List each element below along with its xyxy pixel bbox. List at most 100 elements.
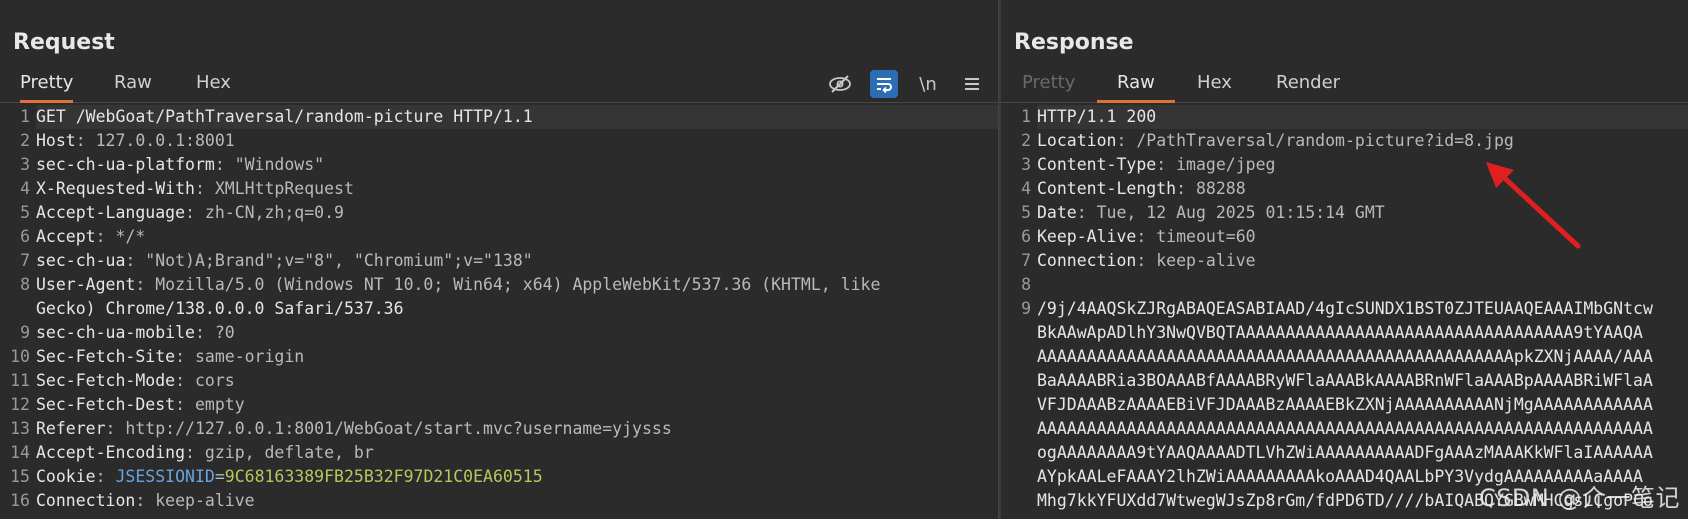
line-text: AAAAAAAAAAAAAAAAAAAAAAAAAAAAAAAAAAAAAAAA… — [1037, 419, 1653, 438]
line-number — [1001, 417, 1037, 441]
request-line: 16 Connection: keep-alive — [0, 489, 998, 513]
line-text: Accept: */* — [36, 227, 146, 246]
header-name: Connection — [36, 491, 136, 510]
line-number: 9 — [20, 323, 30, 342]
line-text: Gecko) Chrome/138.0.0.0 Safari/537.36 — [36, 299, 404, 318]
header-name: Connection — [1037, 251, 1137, 270]
tab-request-pretty[interactable]: Pretty — [20, 66, 74, 103]
line-text: BaAAAABRia3BOAAABfAAAABRyWFlaAAABkAAAABR… — [1037, 371, 1653, 390]
line-text: sec-ch-ua: "Not)A;Brand";v="8", "Chromiu… — [36, 251, 533, 270]
eye-off-icon[interactable] — [826, 70, 854, 98]
line-number — [1001, 369, 1037, 393]
header-name: Location — [1037, 131, 1117, 150]
request-line: 3 sec-ch-ua-platform: "Windows" — [0, 153, 998, 177]
line-text: Sec-Fetch-Mode: cors — [36, 371, 235, 390]
request-line: 12 Sec-Fetch-Dest: empty — [0, 393, 998, 417]
header-name: User-Agent — [36, 275, 136, 294]
tab-response-render[interactable]: Render — [1276, 66, 1340, 100]
line-number: 6 — [20, 227, 30, 246]
request-line: 10 Sec-Fetch-Site: same-origin — [0, 345, 998, 369]
line-text — [1037, 273, 1688, 297]
line-text: User-Agent: Mozilla/5.0 (Windows NT 10.0… — [36, 275, 881, 294]
request-line: Gecko) Chrome/138.0.0.0 Safari/537.36 — [0, 297, 998, 321]
cookie-name: JSESSIONID — [115, 467, 215, 486]
line-number — [1001, 321, 1037, 345]
header-value: zh-CN,zh;q=0.9 — [204, 203, 344, 222]
line-number: 13 — [10, 419, 30, 438]
line-text: Content-Type: image/jpeg — [1037, 155, 1276, 174]
newline-icon[interactable]: \n — [914, 70, 942, 98]
cookie-value: 9C68163389FB25B32F97D21C0EA60515 — [224, 467, 543, 486]
response-line: BaAAAABRia3BOAAABfAAAABRyWFlaAAABkAAAABR… — [1001, 369, 1688, 393]
header-value: timeout=60 — [1156, 227, 1256, 246]
line-number: 9 — [1021, 299, 1031, 318]
line-text: Host: 127.0.0.1:8001 — [36, 131, 235, 150]
response-line: 9/9j/4AAQSkZJRgABAQEASABIAAD/4gIcSUNDX1B… — [1001, 297, 1688, 321]
request-line: 1 GET /WebGoat/PathTraversal/random-pictu… — [0, 105, 998, 129]
header-name: sec-ch-ua-mobile — [36, 323, 195, 342]
response-line: 2 Location: /PathTraversal/random-picture… — [1001, 129, 1688, 153]
header-name: Date — [1037, 203, 1077, 222]
tab-request-hex[interactable]: Hex — [196, 66, 231, 100]
header-name: Host — [36, 131, 76, 150]
line-text: Keep-Alive: timeout=60 — [1037, 227, 1256, 246]
header-value: same-origin — [194, 347, 305, 366]
line-number — [1001, 345, 1037, 369]
line-number: 4 — [1021, 179, 1031, 198]
header-value: /PathTraversal/random-picture?id=8.jpg — [1136, 131, 1514, 150]
header-value: keep-alive — [1156, 251, 1256, 270]
header-value: empty — [194, 395, 245, 414]
request-line: 11 Sec-Fetch-Mode: cors — [0, 369, 998, 393]
line-text: HTTP/1.1 200 — [1037, 105, 1688, 129]
header-name: sec-ch-ua — [36, 251, 126, 270]
request-title: Request — [13, 30, 115, 55]
header-value: XMLHttpRequest — [214, 179, 354, 198]
line-number: 10 — [10, 347, 30, 366]
line-text: Connection: keep-alive — [36, 491, 255, 510]
request-toolbar: \n — [826, 70, 986, 98]
line-text: BkAAwApADlhY3NwQVBQTAAAAAAAAAAAAAAAAAAAA… — [1037, 323, 1643, 342]
line-text: ogAAAAAAAA9tYAAQAAAADTLVhZWiAAAAAAAAAADF… — [1037, 443, 1653, 462]
header-value: Mozilla/5.0 (Windows NT 10.0; Win64; x64… — [155, 275, 881, 294]
header-name: Accept-Language — [36, 203, 186, 222]
request-line: 7 sec-ch-ua: "Not)A;Brand";v="8", "Chromi… — [0, 249, 998, 273]
response-line: AAAAAAAAAAAAAAAAAAAAAAAAAAAAAAAAAAAAAAAA… — [1001, 345, 1688, 369]
header-value: gzip, deflate, br — [204, 443, 374, 462]
line-number: 8 — [1021, 275, 1031, 294]
header-value: http://127.0.0.1:8001/WebGoat/start.mvc?… — [125, 419, 672, 438]
tab-response-raw[interactable]: Raw — [1097, 66, 1175, 103]
line-number: 4 — [20, 179, 30, 198]
header-value: "Windows" — [234, 155, 325, 174]
line-number: 3 — [1021, 155, 1031, 174]
line-number: 7 — [20, 251, 30, 270]
line-number — [1001, 489, 1037, 513]
line-number — [1001, 465, 1037, 489]
line-number: 1 — [20, 107, 30, 126]
line-text: Accept-Language: zh-CN,zh;q=0.9 — [36, 203, 344, 222]
header-name: sec-ch-ua-platform — [36, 155, 215, 174]
request-editor[interactable]: 1 GET /WebGoat/PathTraversal/random-pictu… — [0, 105, 998, 519]
request-panel: Request Pretty Raw Hex \n 1 GET /WebGoat/… — [0, 0, 998, 519]
line-text: /9j/4AAQSkZJRgABAQEASABIAAD/4gIcSUNDX1BS… — [1037, 299, 1653, 318]
menu-icon[interactable] — [958, 70, 986, 98]
header-name: Content-Length — [1037, 179, 1177, 198]
tab-response-hex[interactable]: Hex — [1197, 66, 1232, 100]
header-value: ?0 — [214, 323, 235, 342]
line-number — [0, 297, 36, 321]
word-wrap-icon[interactable] — [870, 70, 898, 98]
line-number: 11 — [10, 371, 30, 390]
line-text: X-Requested-With: XMLHttpRequest — [36, 179, 354, 198]
header-name: Sec-Fetch-Dest — [36, 395, 176, 414]
response-panel: Response Pretty Raw Hex Render 1 HTTP/1.1… — [1001, 0, 1688, 519]
request-line: 15 Cookie: JSESSIONID=9C68163389FB25B32F9… — [0, 465, 998, 489]
tab-request-raw[interactable]: Raw — [114, 66, 152, 100]
red-arrow-annotation — [1486, 162, 1581, 249]
request-line: 6 Accept: */* — [0, 225, 998, 249]
response-line: ogAAAAAAAA9tYAAQAAAADTLVhZWiAAAAAAAAAADF… — [1001, 441, 1688, 465]
line-number: 5 — [1021, 203, 1031, 222]
response-line: BkAAwApADlhY3NwQVBQTAAAAAAAAAAAAAAAAAAAA… — [1001, 321, 1688, 345]
line-text: Date: Tue, 12 Aug 2025 01:15:14 GMT — [1037, 203, 1385, 222]
request-line: 9 sec-ch-ua-mobile: ?0 — [0, 321, 998, 345]
line-number — [1001, 441, 1037, 465]
header-value: 127.0.0.1:8001 — [95, 131, 235, 150]
